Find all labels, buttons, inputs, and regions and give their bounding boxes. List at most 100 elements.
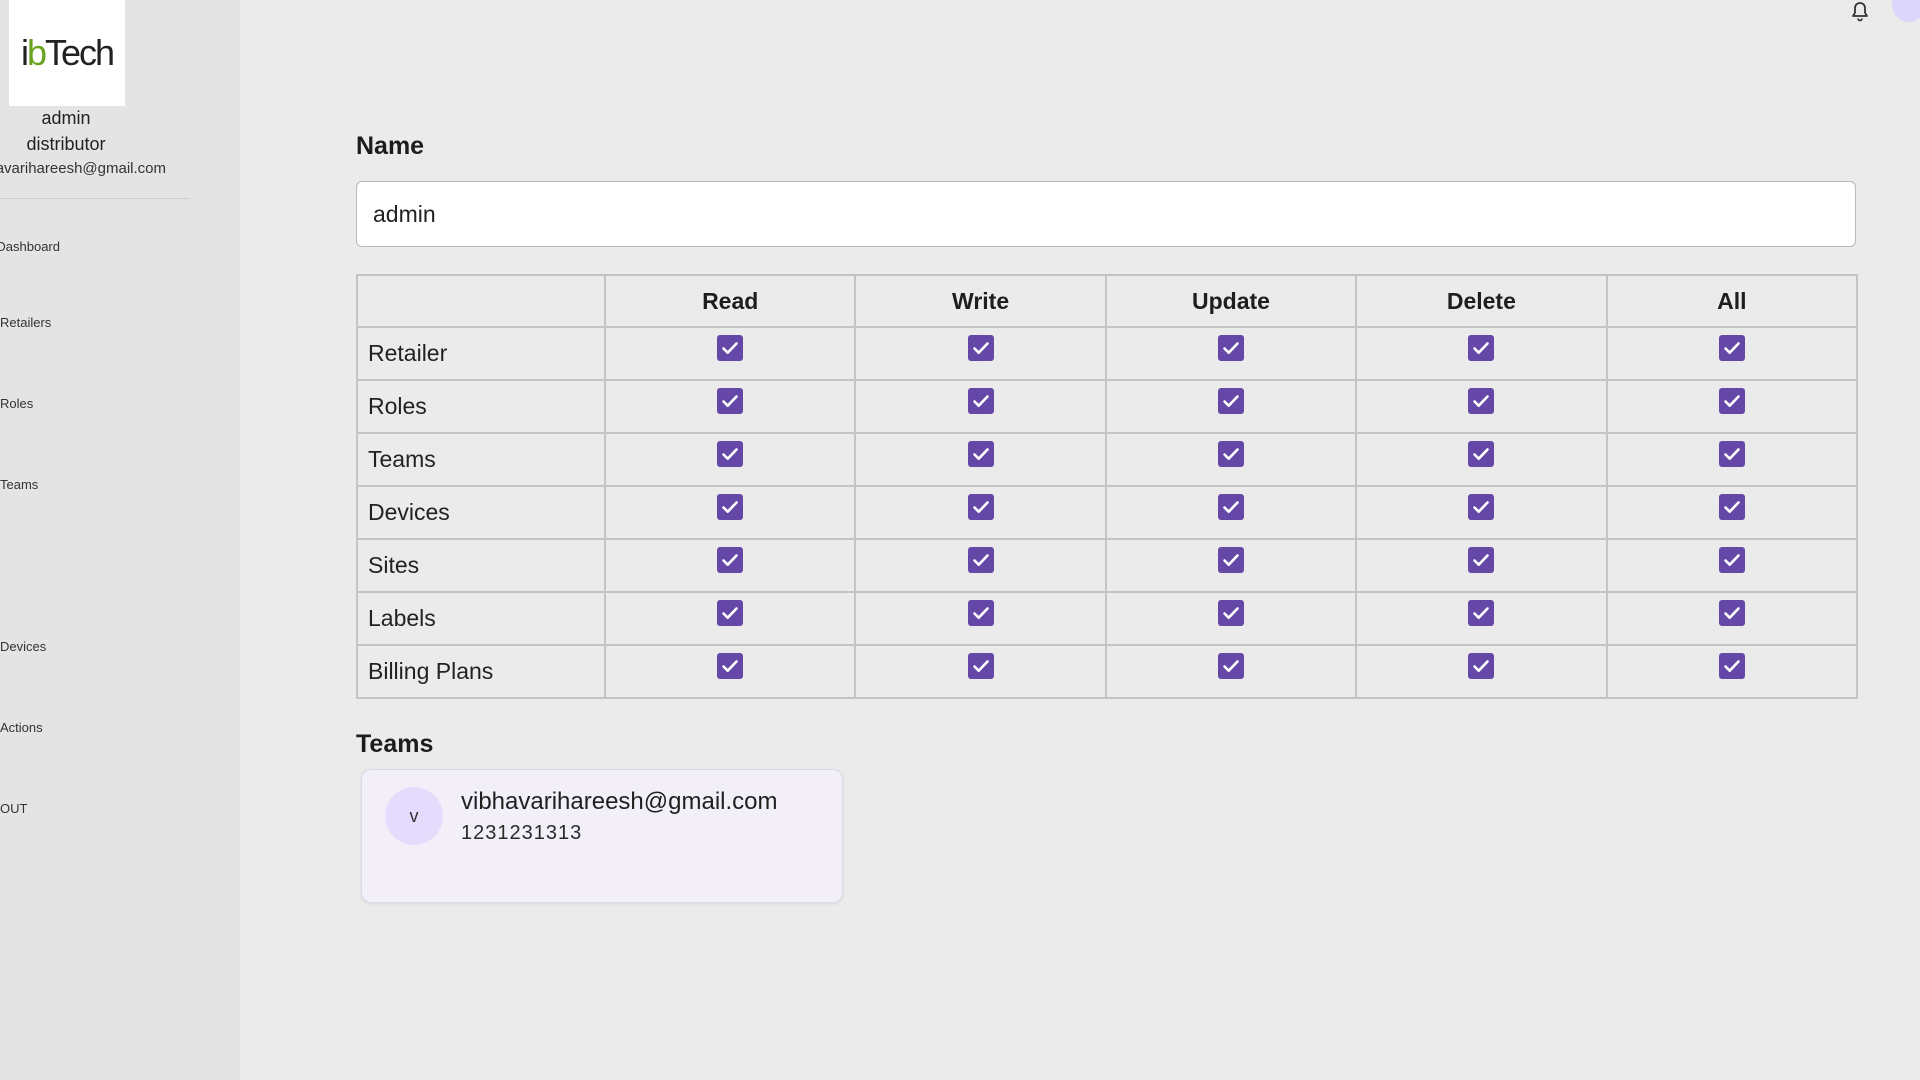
permission-checkbox[interactable]: [1217, 335, 1244, 361]
check-icon: [1223, 607, 1239, 619]
permission-checkbox[interactable]: [1468, 388, 1495, 414]
check-icon: [722, 342, 738, 354]
column-header: Update: [1104, 274, 1358, 328]
sidebar-item-logout[interactable]: OUT: [0, 801, 60, 816]
permission-checkbox[interactable]: [1718, 441, 1745, 467]
team-member-card[interactable]: v vibhavarihareesh@gmail.com 1231231313: [361, 769, 843, 903]
permission-checkbox[interactable]: [1718, 600, 1745, 626]
check-icon: [1723, 501, 1740, 513]
team-member-phone: 1231231313: [461, 822, 583, 844]
permission-cell: [854, 538, 1107, 593]
permission-checkbox[interactable]: [717, 335, 744, 361]
permission-checkbox[interactable]: [1468, 494, 1495, 520]
permission-checkbox[interactable]: [1718, 547, 1745, 573]
row-label: Roles: [356, 379, 606, 434]
permission-cell: [1355, 326, 1608, 381]
name-input[interactable]: [356, 181, 1856, 247]
permission-checkbox[interactable]: [1468, 441, 1495, 467]
check-icon: [722, 501, 738, 513]
permission-checkbox[interactable]: [1718, 494, 1745, 520]
user-avatar[interactable]: [1892, 0, 1920, 22]
permission-cell: [1605, 432, 1859, 487]
check-icon: [722, 554, 738, 566]
permission-cell: [1605, 485, 1859, 540]
check-icon: [1223, 448, 1239, 460]
check-icon: [1223, 501, 1239, 513]
permission-cell: [603, 485, 857, 540]
permission-checkbox[interactable]: [967, 494, 994, 520]
row-label: Labels: [356, 591, 606, 646]
team-member-avatar: v: [385, 787, 443, 845]
permission-checkbox[interactable]: [717, 441, 744, 467]
permission-checkbox[interactable]: [1217, 494, 1244, 520]
permission-checkbox[interactable]: [717, 600, 744, 626]
permission-cell: [603, 379, 857, 434]
check-icon: [1223, 554, 1239, 566]
check-icon: [972, 448, 989, 460]
permission-cell: [1605, 326, 1859, 381]
permission-cell: [603, 591, 857, 646]
permission-cell: [854, 485, 1107, 540]
permission-checkbox[interactable]: [1217, 388, 1244, 414]
row-label: Billing Plans: [356, 644, 606, 699]
check-icon: [1473, 607, 1490, 619]
sidebar-item-roles[interactable]: Roles: [0, 396, 60, 411]
bell-icon[interactable]: [1848, 0, 1872, 24]
permission-checkbox[interactable]: [967, 547, 994, 573]
permission-checkbox[interactable]: [1217, 600, 1244, 626]
permission-checkbox[interactable]: [1217, 547, 1244, 573]
permission-checkbox[interactable]: [1718, 335, 1745, 361]
permission-checkbox[interactable]: [1468, 600, 1495, 626]
column-header: All: [1605, 274, 1859, 328]
teams-section-title: Teams: [356, 730, 434, 758]
permission-cell: [854, 379, 1107, 434]
permission-checkbox[interactable]: [967, 600, 994, 626]
permission-checkbox[interactable]: [1718, 388, 1745, 414]
permission-cell: [1355, 644, 1608, 699]
permission-cell: [1104, 485, 1358, 540]
sidebar-item-retailers[interactable]: Retailers: [0, 315, 60, 330]
permission-cell: [603, 538, 857, 593]
permission-cell: [1104, 591, 1358, 646]
permission-cell: [1355, 538, 1608, 593]
permission-checkbox[interactable]: [717, 494, 744, 520]
permission-checkbox[interactable]: [717, 547, 744, 573]
check-icon: [1723, 554, 1740, 566]
permission-cell: [1104, 538, 1358, 593]
permission-cell: [1355, 485, 1608, 540]
permission-checkbox[interactable]: [717, 653, 744, 679]
sidebar-divider: [0, 198, 190, 199]
logo[interactable]: ibTech: [9, 0, 125, 106]
permission-cell: [854, 432, 1107, 487]
permission-checkbox[interactable]: [967, 335, 994, 361]
sidebar-item-actions[interactable]: Actions: [0, 720, 60, 735]
permission-checkbox[interactable]: [1468, 335, 1495, 361]
permission-checkbox[interactable]: [1718, 653, 1745, 679]
check-icon: [972, 342, 989, 354]
permission-checkbox[interactable]: [1217, 653, 1244, 679]
table-row: Labels: [356, 591, 1859, 646]
check-icon: [1223, 342, 1239, 354]
permission-checkbox[interactable]: [1468, 547, 1495, 573]
permission-checkbox[interactable]: [967, 441, 994, 467]
sidebar-item-devices[interactable]: Devices: [0, 639, 60, 654]
column-header: Write: [854, 274, 1107, 328]
permission-cell: [1355, 591, 1608, 646]
table-row: Billing Plans: [356, 644, 1859, 699]
permission-checkbox[interactable]: [717, 388, 744, 414]
check-icon: [972, 395, 989, 407]
permission-checkbox[interactable]: [1468, 653, 1495, 679]
check-icon: [972, 554, 989, 566]
permission-cell: [1104, 326, 1358, 381]
check-icon: [1473, 395, 1490, 407]
permission-checkbox[interactable]: [1217, 441, 1244, 467]
permission-cell: [1605, 591, 1859, 646]
check-icon: [972, 501, 989, 513]
check-icon: [1223, 395, 1239, 407]
sidebar-item-dashboard[interactable]: Dashboard: [0, 239, 60, 254]
check-icon: [1473, 660, 1490, 672]
permission-checkbox[interactable]: [967, 388, 994, 414]
sidebar-item-teams[interactable]: Teams: [0, 477, 60, 492]
check-icon: [1473, 448, 1490, 460]
permission-checkbox[interactable]: [967, 653, 994, 679]
